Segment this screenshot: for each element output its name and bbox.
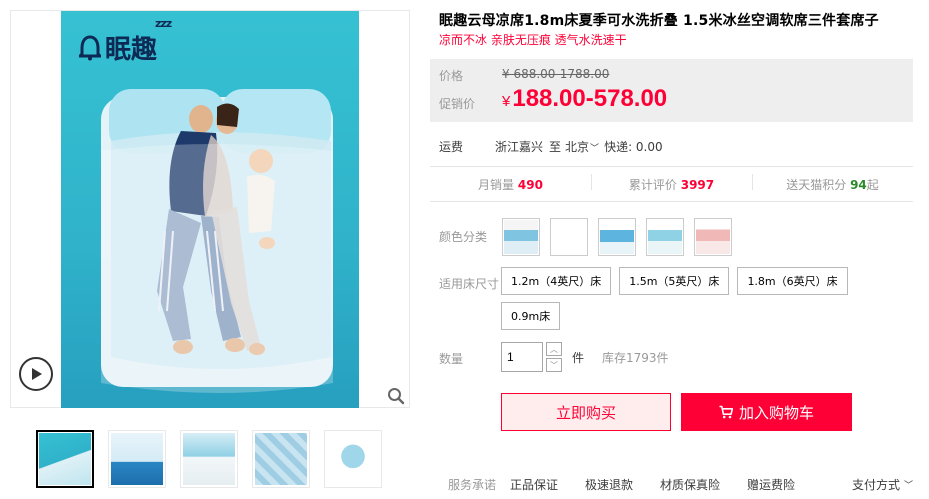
chevron-down-icon: ﹀ (903, 481, 913, 491)
color-label: 颜色分类 (439, 230, 488, 244)
color-swatches (502, 218, 732, 256)
quantity-label: 数量 (439, 352, 464, 366)
service-item-shipping-insurance[interactable]: 赠运费险 (747, 476, 795, 493)
product-subtitle: 凉而不冰 亲肤无压痕 透气水洗速干 (439, 33, 627, 47)
payment-method-label: 支付方式 (851, 478, 900, 492)
thumbnail-4[interactable] (252, 430, 310, 488)
service-item-genuine[interactable]: 正品保证 (510, 476, 558, 493)
thumbnail-2[interactable] (108, 430, 166, 488)
thumbnail-5[interactable] (324, 430, 382, 488)
play-video-button[interactable] (19, 357, 53, 391)
divider (430, 166, 913, 167)
cart-icon (719, 405, 733, 419)
main-product-image[interactable]: 眠趣 zzz (61, 11, 359, 408)
decrease-quantity-button[interactable]: ﹀ (546, 358, 562, 372)
ship-from: 浙江嘉兴 (495, 140, 544, 154)
tmall-points: 送天猫积分 94起 (752, 174, 913, 193)
add-to-cart-button[interactable]: 加入购物车 (681, 393, 852, 431)
size-option-1.5m[interactable]: 1.5m（5英尺）床 (619, 267, 730, 295)
currency-symbol: ¥ (502, 93, 511, 110)
size-options: 1.2m（4英尺）床 1.5m（5英尺）床 1.8m（6英尺）床 0.9m床 (501, 267, 871, 330)
color-swatch-4[interactable] (646, 218, 684, 256)
ship-to: 北京 (565, 140, 590, 154)
color-swatch-2[interactable] (550, 218, 588, 256)
service-item-material-insurance[interactable]: 材质保真险 (660, 476, 720, 493)
ship-to-selector[interactable]: 北京﹀ (565, 138, 599, 155)
thumbnail-1[interactable] (36, 430, 94, 488)
quantity-stepper: ︿ ﹀ 件 库存1793件 (501, 342, 669, 372)
logo-sleep-z: zzz (155, 17, 172, 30)
shipping-label: 运费 (439, 140, 464, 154)
bell-icon (79, 34, 101, 60)
monthly-sales-value: 490 (517, 178, 543, 192)
thumbnail-3[interactable] (180, 430, 238, 488)
color-swatch-1[interactable] (502, 218, 540, 256)
shipping-row: 运费 浙江嘉兴 至 北京﹀ 快递: 0.00 (439, 138, 663, 155)
service-item-fast-refund[interactable]: 极速退款 (585, 476, 633, 493)
review-count-label: 累计评价 (628, 178, 677, 192)
service-label-text: 服务承诺 (448, 478, 497, 492)
play-icon (32, 368, 42, 380)
add-to-cart-label: 加入购物车 (738, 403, 814, 422)
stock-count: 库存1793件 (602, 350, 669, 365)
tmall-points-value: 94 (850, 178, 867, 192)
express-fee: 快递: 0.00 (604, 140, 663, 154)
chevron-down-icon: ﹀ (590, 144, 600, 154)
size-option-1.8m[interactable]: 1.8m（6英尺）床 (737, 267, 848, 295)
monthly-sales: 月销量 490 (430, 176, 591, 193)
promo-price-value: 188.00-578.00 (512, 85, 668, 112)
color-swatch-3[interactable] (598, 218, 636, 256)
size-option-1.2m[interactable]: 1.2m（4英尺）床 (501, 267, 612, 295)
tmall-points-label: 送天猫积分 (786, 178, 847, 192)
service-items: 服务承诺 正品保证 极速退款 材质保真险 赠运费险 支付方式 ﹀ (448, 476, 913, 493)
logo-text: 眠趣 (105, 35, 158, 65)
product-gallery: 眠趣 zzz (10, 10, 410, 408)
bed-scene-illustration (101, 89, 333, 393)
review-count[interactable]: 累计评价 3997 (591, 174, 752, 193)
divider (430, 201, 913, 202)
monthly-sales-label: 月销量 (478, 178, 515, 192)
ship-to-prefix: 至 (549, 140, 562, 154)
stats-row: 月销量 490 累计评价 3997 送天猫积分 94起 (430, 168, 913, 201)
quantity-input[interactable] (501, 342, 543, 372)
zoom-icon[interactable] (387, 387, 405, 405)
size-label: 适用床尺寸 (439, 277, 500, 291)
increase-quantity-button[interactable]: ︿ (546, 342, 562, 356)
tmall-points-suffix: 起 (866, 178, 879, 192)
buy-now-button[interactable]: 立即购买 (501, 393, 671, 431)
thumbnail-strip (36, 430, 382, 488)
promo-price: ¥188.00-578.00 (502, 85, 667, 113)
payment-method-dropdown[interactable]: 支付方式 ﹀ (852, 476, 913, 493)
product-info-panel: 眠趣云母凉席1.8m床夏季可水洗折叠 1.5米冰丝空调软席三件套席子 凉而不冰 … (430, 0, 914, 499)
promo-price-label: 促销价 (439, 97, 476, 111)
product-title: 眠趣云母凉席1.8m床夏季可水洗折叠 1.5米冰丝空调软席三件套席子 (439, 13, 879, 29)
color-swatch-5[interactable] (694, 218, 732, 256)
size-option-0.9m[interactable]: 0.9m床 (501, 302, 561, 330)
review-count-value: 3997 (680, 178, 715, 192)
price-label: 价格 (439, 69, 464, 83)
price-box: 价格 ¥ 688.00-1788.00 促销价 ¥188.00-578.00 (430, 59, 913, 122)
quantity-unit: 件 (572, 350, 585, 365)
quantity-steps: ︿ ﹀ (546, 342, 562, 372)
original-price: ¥ 688.00-1788.00 (502, 67, 610, 81)
brand-logo: 眠趣 zzz (79, 17, 172, 66)
